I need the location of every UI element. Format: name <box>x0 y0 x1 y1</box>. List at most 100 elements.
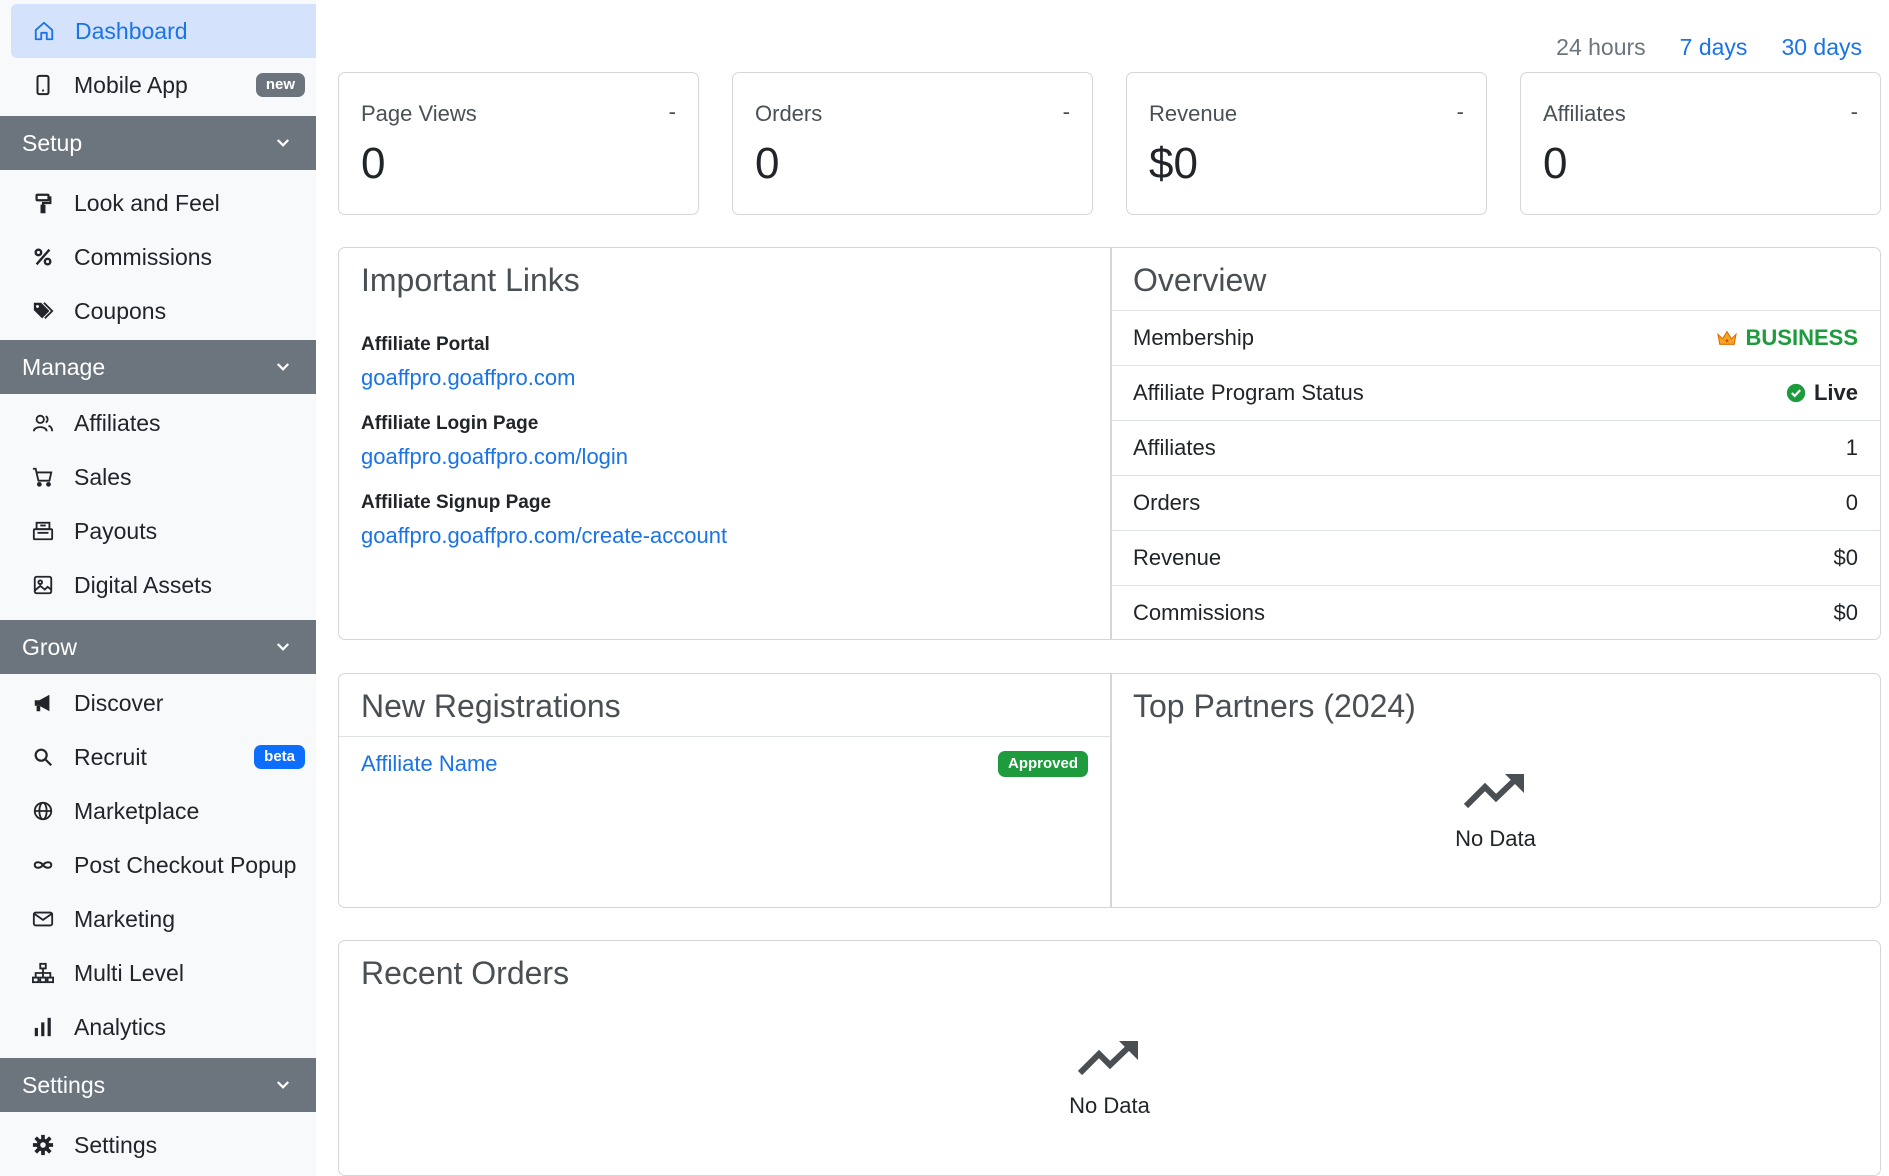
overview-row-commissions: Commissions $0 <box>1111 585 1880 639</box>
no-data-text: No Data <box>1069 1093 1150 1118</box>
time-range-selector: 24 hours 7 days 30 days <box>1556 34 1862 61</box>
sidebar-item-post-checkout-popup[interactable]: Post Checkout Popup <box>10 838 316 892</box>
main-content: 24 hours 7 days 30 days Page Views - 0 O… <box>316 0 1889 1176</box>
sidebar-item-payouts[interactable]: Payouts <box>10 504 316 558</box>
stat-value: 0 <box>755 139 780 188</box>
trend-up-icon <box>1077 1041 1138 1076</box>
sidebar-item-settings[interactable]: Settings <box>10 1118 316 1172</box>
section-title: Grow <box>22 633 77 660</box>
stat-card-affiliates: Affiliates - 0 <box>1520 72 1881 215</box>
range-7-days[interactable]: 7 days <box>1680 34 1748 61</box>
sidebar-item-label: Commissions <box>74 243 213 270</box>
sidebar-item-label: Look and Feel <box>74 189 220 216</box>
affiliate-name-link[interactable]: Affiliate Name <box>361 751 498 777</box>
overview-value: $0 <box>1833 600 1858 625</box>
sidebar-item-label: Affiliates <box>74 409 161 436</box>
top-partners-title: Top Partners (2024) <box>1133 688 1416 724</box>
sidebar-item-discover[interactable]: Discover <box>10 676 316 730</box>
overview-panel: Overview Membership BUSINESS Affiliate P… <box>1111 248 1880 639</box>
link-label: Affiliate Portal <box>361 334 490 355</box>
sidebar-item-label: Digital Assets <box>74 571 213 598</box>
sidebar-item-commissions[interactable]: Commissions <box>10 230 316 284</box>
sidebar-item-label: Dashboard <box>75 17 188 44</box>
section-grow[interactable]: Grow <box>0 620 316 674</box>
sidebar-item-label: Marketing <box>74 905 175 932</box>
sidebar-item-sales[interactable]: Sales <box>10 450 316 504</box>
crown-icon <box>1716 330 1737 345</box>
affiliate-signup-link[interactable]: goaffpro.goaffpro.com/create-account <box>361 523 1088 549</box>
home-icon <box>33 20 55 42</box>
search-icon <box>32 746 54 768</box>
stat-card-orders: Orders - 0 <box>732 72 1093 215</box>
overview-label: Commissions <box>1133 600 1266 625</box>
sidebar-item-dashboard[interactable]: Dashboard <box>11 4 316 58</box>
sidebar-item-label: Sales <box>74 463 132 490</box>
recent-orders-empty: No Data <box>339 1037 1880 1119</box>
membership-value: BUSINESS <box>1716 325 1858 351</box>
registration-row: Affiliate Name Approved <box>339 736 1110 791</box>
overview-label: Affiliate Program Status <box>1133 380 1364 405</box>
tags-icon <box>32 300 54 322</box>
stat-label: Page Views <box>361 101 477 126</box>
link-label: Affiliate Login Page <box>361 413 539 434</box>
chevron-down-icon <box>276 139 290 147</box>
link-label: Affiliate Signup Page <box>361 492 552 513</box>
section-setup[interactable]: Setup <box>0 116 316 170</box>
image-icon <box>32 574 54 596</box>
section-manage[interactable]: Manage <box>0 340 316 394</box>
program-status-value: Live <box>1786 380 1858 406</box>
overview-value: 0 <box>1845 490 1858 515</box>
overview-row-affiliates: Affiliates 1 <box>1111 420 1880 475</box>
bar-chart-icon <box>32 1016 54 1038</box>
stat-label: Orders <box>755 101 823 126</box>
affiliate-login-link[interactable]: goaffpro.goaffpro.com/login <box>361 444 1088 470</box>
sidebar-item-affiliates[interactable]: Affiliates <box>10 396 316 450</box>
approved-badge: Approved <box>997 751 1088 777</box>
sidebar-item-label: Discover <box>74 689 164 716</box>
registrations-partners-card: New Registrations Affiliate Name Approve… <box>338 673 1881 908</box>
cash-register-icon <box>32 520 54 542</box>
stat-value: 0 <box>361 139 386 188</box>
sidebar-item-label: Post Checkout Popup <box>74 851 297 878</box>
sidebar-item-coupons[interactable]: Coupons <box>10 284 316 338</box>
range-24-hours[interactable]: 24 hours <box>1556 34 1646 61</box>
range-30-days[interactable]: 30 days <box>1781 34 1862 61</box>
sidebar-item-multi-level[interactable]: Multi Level <box>10 946 316 1000</box>
section-settings[interactable]: Settings <box>0 1058 316 1112</box>
people-icon <box>32 412 54 434</box>
stat-label: Affiliates <box>1543 101 1626 126</box>
phone-icon <box>32 74 54 96</box>
sidebar-item-look-and-feel[interactable]: Look and Feel <box>10 176 316 230</box>
top-partners-empty: No Data <box>1111 770 1880 852</box>
link-block-portal: Affiliate Portal goaffpro.goaffpro.com <box>339 334 1110 391</box>
megaphone-icon <box>32 692 54 714</box>
overview-label: Revenue <box>1133 545 1222 570</box>
sidebar: Dashboard Mobile App new Setup Look and … <box>0 0 316 1176</box>
sidebar-item-marketing[interactable]: Marketing <box>10 892 316 946</box>
stat-change: - <box>1062 99 1070 124</box>
new-registrations-title: New Registrations <box>361 688 621 724</box>
sidebar-item-digital-assets[interactable]: Digital Assets <box>10 558 316 612</box>
sidebar-item-label: Marketplace <box>74 797 200 824</box>
section-title: Manage <box>22 353 106 380</box>
cart-icon <box>32 466 54 488</box>
stat-card-revenue: Revenue - $0 <box>1126 72 1487 215</box>
stat-card-page-views: Page Views - 0 <box>338 72 699 215</box>
important-links-panel: Important Links Affiliate Portal goaffpr… <box>339 248 1110 639</box>
sidebar-item-mobile-app[interactable]: Mobile App new <box>10 58 316 112</box>
sidebar-item-marketplace[interactable]: Marketplace <box>10 784 316 838</box>
new-registrations-panel: New Registrations Affiliate Name Approve… <box>339 674 1110 907</box>
stat-change: - <box>1456 99 1464 124</box>
chevron-down-icon <box>276 1081 290 1089</box>
chevron-down-icon <box>276 363 290 371</box>
sidebar-item-label: Analytics <box>74 1013 167 1040</box>
overview-title: Overview <box>1133 262 1267 298</box>
new-badge: new <box>255 73 305 97</box>
chevron-down-icon <box>276 643 290 651</box>
top-partners-panel: Top Partners (2024) No Data <box>1111 674 1880 907</box>
sidebar-item-recruit[interactable]: Recruit beta <box>10 730 316 784</box>
percent-icon <box>32 246 54 268</box>
stat-change: - <box>1850 99 1858 124</box>
affiliate-portal-link[interactable]: goaffpro.goaffpro.com <box>361 365 1088 391</box>
sidebar-item-analytics[interactable]: Analytics <box>10 1000 316 1054</box>
